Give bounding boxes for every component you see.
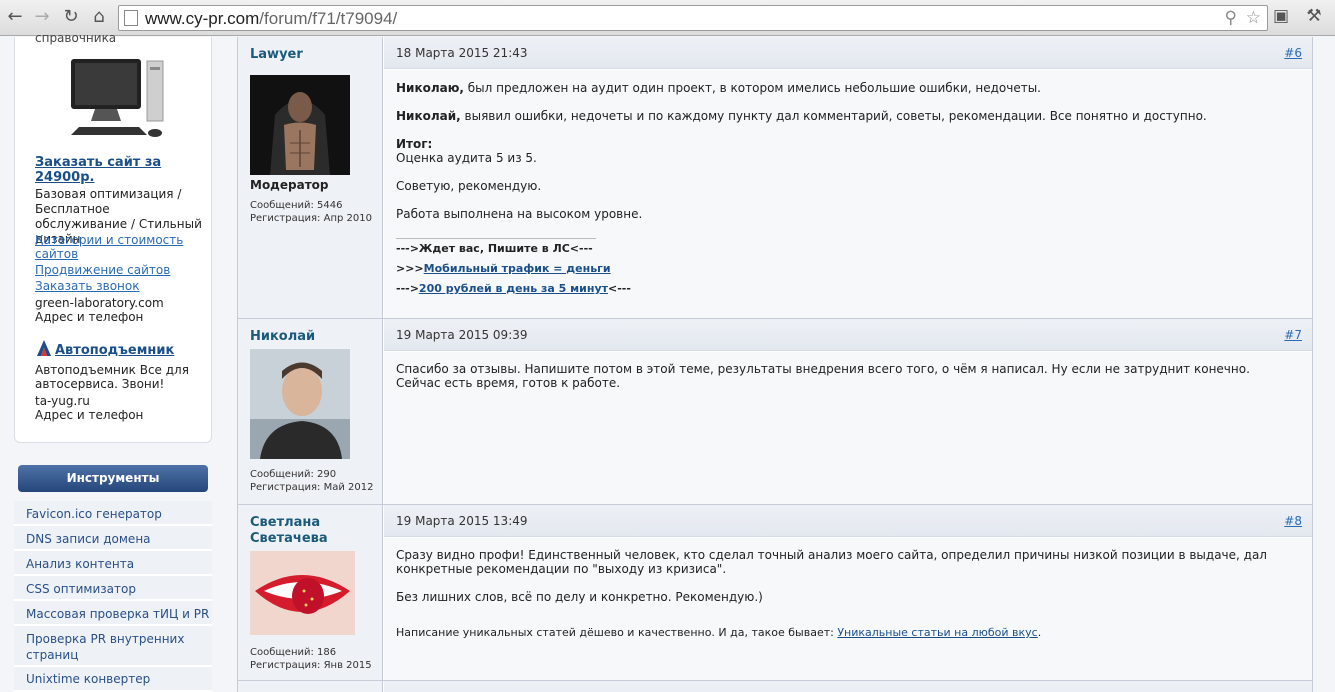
tool-favicon-generator[interactable]: Favicon.ico генератор: [14, 501, 212, 526]
ad2-contact[interactable]: Адрес и телефон: [35, 408, 205, 422]
avatar[interactable]: [250, 551, 355, 635]
signature-line: Написание уникальных статей дёшево и кач…: [396, 626, 1042, 639]
forum-thread: Lawyer Модератор Сообщений: 5446 Регистр…: [237, 37, 1313, 692]
signature-link[interactable]: 200 рублей в день за 5 минут: [419, 282, 608, 295]
avatar[interactable]: [250, 349, 350, 459]
signature-link[interactable]: Мобильный трафик = деньги: [424, 262, 611, 275]
post-date: 19 Марта 2015 13:49: [396, 514, 528, 528]
post-body: Спасибо за отзывы. Напишите потом в этой…: [384, 352, 1312, 505]
post-author-panel: Светлана Светачева Сообщений: 186 Регист…: [238, 505, 383, 680]
signature-line: --->200 рублей в день за 5 минут<---: [396, 282, 631, 295]
reload-icon[interactable]: ↻: [60, 6, 82, 28]
ad2-title-link[interactable]: Автоподъемник: [55, 343, 174, 358]
post-number-link[interactable]: #6: [1284, 46, 1302, 60]
ad-box: справочника Заказать сайт за 24900р. Баз…: [14, 31, 212, 443]
page-icon: [124, 10, 138, 26]
ad-domain: green-laboratory.com: [35, 296, 164, 310]
tool-content-analysis[interactable]: Анализ контента: [14, 551, 212, 576]
post-body: Сразу видно профи! Единственный человек,…: [384, 538, 1312, 681]
forum-post: [238, 680, 1312, 692]
signature-line: >>>Мобильный трафик = деньги: [396, 262, 611, 275]
post-author-panel: Lawyer Модератор Сообщений: 5446 Регистр…: [238, 37, 383, 318]
post-header: 18 Марта 2015 21:43 #6: [384, 37, 1312, 69]
tools-header: Инструменты: [18, 465, 208, 492]
post-date: 19 Марта 2015 09:39: [396, 328, 528, 342]
key-icon[interactable]: ⚲: [1225, 8, 1237, 28]
autolift-logo-icon: [37, 340, 51, 356]
forum-post: Светлана Светачева Сообщений: 186 Регист…: [238, 504, 1312, 681]
extension-icon[interactable]: ▣: [1270, 6, 1292, 28]
avatar[interactable]: [250, 70, 350, 180]
author-name-link[interactable]: Николай: [250, 329, 375, 345]
post-author-panel: Николай Сообщений: 290 Регистрация: Май …: [238, 319, 383, 504]
forum-post: Николай Сообщений: 290 Регистрация: Май …: [238, 318, 1312, 505]
post-date: 18 Марта 2015 21:43: [396, 46, 528, 60]
forward-arrow-icon[interactable]: →: [31, 6, 53, 28]
tool-unixtime-converter[interactable]: Unixtime конвертер: [14, 667, 212, 692]
post-number-link[interactable]: #8: [1284, 514, 1302, 528]
author-name-link[interactable]: Светлана Светачева: [250, 515, 375, 547]
signature-divider: [396, 238, 596, 239]
url-text: www.cy-pr.com/forum/f71/t79094/: [145, 9, 398, 28]
tool-pr-inner-pages[interactable]: Проверка PR внутренних страниц: [14, 626, 212, 667]
ad2-description: Автоподъемник Все для автосервиса. Звони…: [35, 363, 189, 391]
post-paragraph: Сразу видно профи! Единственный человек,…: [396, 548, 1267, 576]
tool-mass-tic-pr-check[interactable]: Массовая проверка тИЦ и PR: [14, 601, 212, 626]
post-number-link[interactable]: #7: [1284, 328, 1302, 342]
post-paragraph: Оценка аудита 5 из 5.: [396, 151, 537, 165]
post-header: 19 Марта 2015 13:49 #8: [384, 505, 1312, 537]
signature-link[interactable]: Уникальные статьи на любой вкус: [837, 626, 1037, 639]
author-registered: Регистрация: Апр 2010: [250, 213, 372, 224]
author-registered: Регистрация: Май 2012: [250, 482, 374, 493]
ad-link-callback[interactable]: Заказать звонок: [35, 279, 205, 293]
author-registered: Регистрация: Янв 2015: [250, 660, 372, 671]
star-icon[interactable]: ☆: [1246, 8, 1261, 28]
wrench-icon[interactable]: ⚒: [1303, 6, 1325, 28]
author-messages: Сообщений: 5446: [250, 200, 343, 211]
post-paragraph: Без лишних слов, всё по делу и конкретно…: [396, 590, 763, 604]
post-paragraph: Николаю, был предложен на аудит один про…: [396, 81, 1041, 95]
author-name-link[interactable]: Lawyer: [250, 47, 375, 63]
tool-css-optimizer[interactable]: CSS оптимизатор: [14, 576, 212, 601]
author-messages: Сообщений: 290: [250, 469, 337, 480]
post-author-panel: [238, 681, 383, 692]
author-role: Модератор: [250, 178, 329, 192]
home-icon[interactable]: ⌂: [88, 6, 110, 28]
post-paragraph: Советую, рекомендую.: [396, 179, 542, 193]
ad-contact[interactable]: Адрес и телефон: [35, 310, 205, 324]
back-arrow-icon[interactable]: ←: [4, 6, 26, 28]
post-header: 19 Марта 2015 09:39 #7: [384, 319, 1312, 351]
ad2-domain: ta-yug.ru: [35, 394, 90, 408]
post-paragraph: Николай, выявил ошибки, недочеты и по ка…: [396, 109, 1207, 123]
post-summary-label: Итог:: [396, 137, 433, 151]
ad-title-link[interactable]: Заказать сайт за 24900р.: [35, 155, 185, 185]
author-messages: Сообщений: 186: [250, 647, 337, 658]
left-sidebar: справочника Заказать сайт за 24900р. Баз…: [0, 31, 230, 692]
post-header: [384, 681, 1312, 692]
post-paragraph: Работа выполнена на высоком уровне.: [396, 207, 643, 221]
tool-dns-records[interactable]: DNS записи домена: [14, 526, 212, 551]
ad-link-categories[interactable]: Категории и стоимость сайтов: [35, 233, 205, 261]
computer-image: [55, 55, 173, 145]
forum-post: Lawyer Модератор Сообщений: 5446 Регистр…: [238, 37, 1312, 318]
signature-line: --->Ждет вас, Пишите в ЛС<---: [396, 242, 593, 255]
ad-link-promotion[interactable]: Продвижение сайтов: [35, 263, 205, 277]
post-body: Николаю, был предложен на аудит один про…: [384, 70, 1312, 318]
browser-toolbar: ← → ↻ ⌂ www.cy-pr.com/forum/f71/t79094/ …: [0, 0, 1335, 36]
post-paragraph: Спасибо за отзывы. Напишите потом в этой…: [396, 362, 1250, 390]
cut-text: справочника: [35, 31, 117, 45]
address-bar[interactable]: www.cy-pr.com/forum/f71/t79094/ ⚲ ☆: [118, 5, 1268, 31]
